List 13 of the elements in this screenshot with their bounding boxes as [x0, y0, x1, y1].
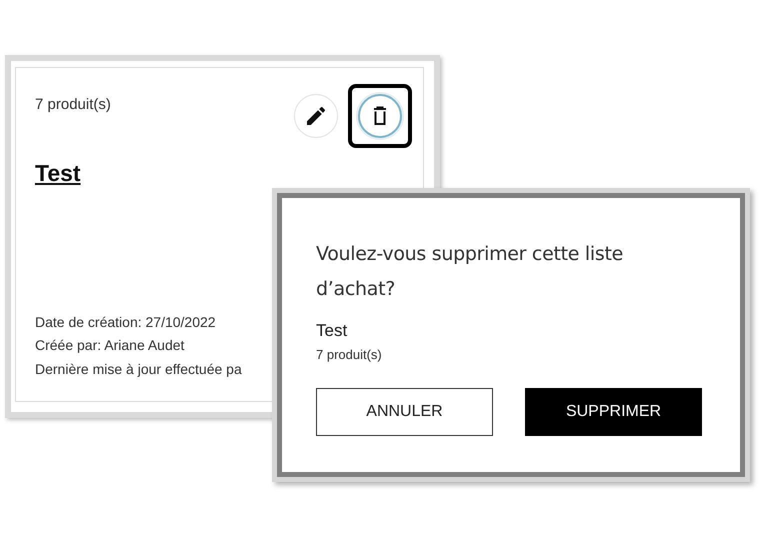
delete-button[interactable]: [358, 94, 402, 138]
list-title-link[interactable]: Test: [35, 160, 81, 187]
delete-confirm-button[interactable]: SUPPRIMER: [525, 388, 702, 436]
item-title: Test: [316, 321, 348, 341]
pencil-icon: [304, 104, 328, 128]
item-count: 7 produit(s): [316, 347, 383, 362]
cancel-button[interactable]: ANNULER: [316, 388, 493, 436]
meta-text: Créée par: Ariane Audet: [35, 336, 184, 355]
meta-text: Date de création: 27/10/2022: [35, 312, 216, 332]
product-count: 7 produit(s): [35, 96, 111, 113]
dialog-question: Voulez-vous supprimer cette liste d’achat?: [316, 242, 624, 302]
edit-button[interactable]: [294, 94, 338, 138]
meta-text: Dernière mise à jour effectuée pa: [35, 360, 242, 379]
